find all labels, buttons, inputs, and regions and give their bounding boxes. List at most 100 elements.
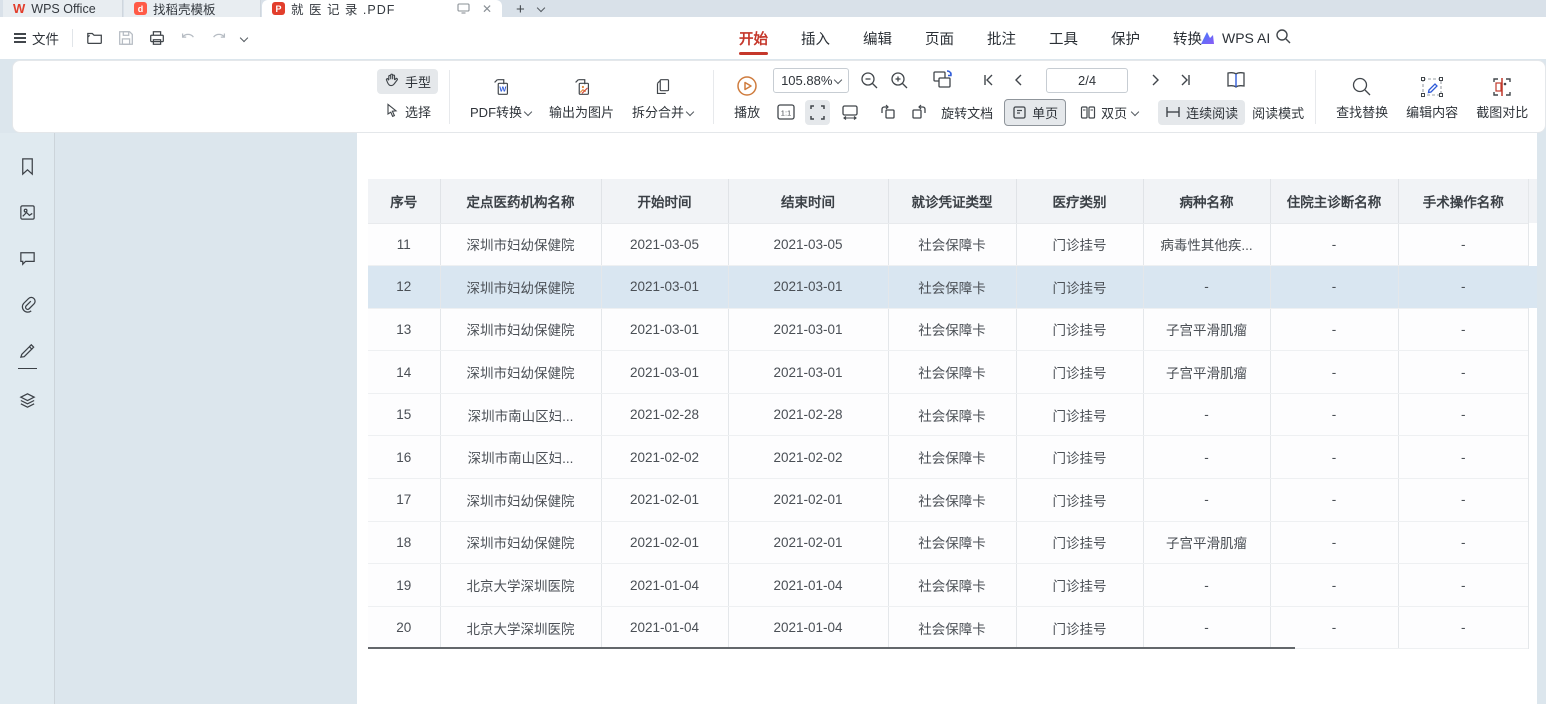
zoom-level-value: 105.88% (781, 73, 832, 88)
attachment-icon[interactable] (18, 295, 37, 319)
table-cell: 17 (368, 479, 440, 522)
clipped-column-border (1528, 179, 1529, 649)
rotate-left-icon[interactable] (875, 100, 900, 125)
table-header-cell: 住院主诊断名称 (1270, 179, 1398, 223)
ribbon-tab[interactable]: 编辑 (861, 24, 894, 53)
layers-icon[interactable] (18, 391, 37, 415)
table-cell: 子宫平滑肌瘤 (1143, 351, 1270, 394)
continuous-read-icon (1165, 105, 1181, 119)
rotate-pages-icon[interactable] (929, 70, 957, 90)
ribbon-tab[interactable]: 工具 (1047, 24, 1080, 53)
table-cell: 社会保障卡 (888, 521, 1016, 564)
compress-button[interactable]: 压缩 (1537, 72, 1546, 121)
ribbon-tab[interactable]: 页面 (923, 24, 956, 53)
table-bottom-border (368, 647, 1295, 649)
open-folder-icon[interactable] (86, 29, 104, 47)
quickbar-chevron-icon[interactable] (240, 34, 248, 42)
redo-icon[interactable] (210, 29, 228, 47)
table-row: 18 深圳市妇幼保健院 2021-02-01 2021-02-01 社会保障卡 … (368, 521, 1528, 564)
first-page-icon[interactable] (979, 70, 999, 90)
fit-page-icon[interactable] (805, 100, 830, 125)
ribbon-tab[interactable]: 批注 (985, 24, 1018, 53)
tab-list-chevron-icon[interactable] (537, 4, 545, 12)
find-replace-button[interactable]: 查找替换 (1327, 72, 1397, 121)
table-cell: 2021-01-04 (728, 564, 888, 607)
pdf-convert-button[interactable]: W PDF转换 (461, 72, 540, 121)
present-screen-icon[interactable] (457, 3, 470, 14)
actual-size-icon[interactable]: 1:1 (773, 100, 798, 125)
wps-ai-button[interactable]: WPS AI (1200, 17, 1270, 59)
next-page-icon[interactable] (1145, 70, 1165, 90)
tab-docer-templates[interactable]: d 找稻壳模板 (124, 0, 261, 17)
table-cell: 2021-01-04 (728, 606, 888, 649)
ribbon-tab[interactable]: 保护 (1109, 24, 1142, 53)
table-cell: 门诊挂号 (1016, 436, 1143, 479)
fit-width-icon[interactable] (837, 100, 862, 125)
table-cell: 2021-02-02 (728, 436, 888, 479)
page-number-input[interactable]: 2/4 (1046, 68, 1128, 93)
table-cell: 14 (368, 351, 440, 394)
double-page-button[interactable]: 双页 (1073, 100, 1145, 125)
chevron-down-icon (1131, 108, 1139, 116)
screenshot-compare-button[interactable]: 截图对比 (1467, 72, 1537, 121)
wps-ai-logo-icon (1200, 31, 1215, 45)
table-cell: - (1270, 393, 1398, 436)
table-header-cell: 手术操作名称 (1398, 179, 1528, 223)
split-merge-button[interactable]: 拆分合并 (623, 72, 702, 121)
select-tool-button[interactable]: 选择 (377, 99, 438, 124)
hand-icon (384, 72, 400, 91)
continuous-read-button[interactable]: 连续阅读 (1158, 100, 1245, 125)
ribbon-tab[interactable]: 插入 (799, 24, 832, 53)
ribbon-tab[interactable]: 开始 (737, 24, 770, 53)
read-mode-book-icon[interactable] (1223, 70, 1249, 90)
undo-icon[interactable] (179, 29, 197, 47)
last-page-icon[interactable] (1175, 70, 1195, 90)
pdf-page[interactable]: 序号定点医药机构名称开始时间结束时间就诊凭证类型医疗类别病种名称住院主诊断名称手… (357, 133, 1537, 704)
table-cell: 门诊挂号 (1016, 393, 1143, 436)
table-cell: - (1143, 436, 1270, 479)
zoom-level-select[interactable]: 105.88% (773, 68, 849, 93)
zoom-in-icon[interactable] (889, 70, 909, 90)
table-cell: 18 (368, 521, 440, 564)
new-tab-button[interactable]: + (516, 1, 525, 18)
comment-icon[interactable] (18, 249, 37, 273)
tab-wps-office[interactable]: W WPS Office (3, 0, 123, 17)
thumbnail-icon[interactable] (18, 203, 37, 227)
signature-icon[interactable] (18, 341, 37, 369)
export-as-image-button[interactable]: 输出为图片 (540, 72, 623, 121)
medical-records-table: 序号定点医药机构名称开始时间结束时间就诊凭证类型医疗类别病种名称住院主诊断名称手… (368, 179, 1528, 649)
play-button[interactable]: 播放 (725, 72, 769, 121)
edit-content-button[interactable]: 编辑内容 (1397, 72, 1467, 121)
table-cell: - (1143, 266, 1270, 309)
read-mode-label[interactable]: 阅读模式 (1252, 103, 1304, 122)
split-merge-label: 拆分合并 (632, 102, 684, 121)
cursor-icon (384, 102, 400, 121)
table-cell: 社会保障卡 (888, 351, 1016, 394)
table-cell: 2021-02-28 (601, 393, 728, 436)
save-icon[interactable] (117, 29, 135, 47)
table-cell: - (1270, 479, 1398, 522)
bookmark-icon[interactable] (18, 157, 37, 181)
hand-tool-button[interactable]: 手型 (377, 69, 438, 94)
chevron-down-icon (686, 107, 694, 115)
window-tab-bar: W WPS Office d 找稻壳模板 P 就 医 记 录 .PDF ✕ + (0, 0, 1546, 17)
ribbon-search-icon[interactable] (1275, 28, 1292, 45)
print-icon[interactable] (148, 29, 166, 47)
prev-page-icon[interactable] (1009, 70, 1029, 90)
close-icon[interactable]: ✕ (482, 2, 492, 16)
rotate-right-icon[interactable] (907, 100, 932, 125)
table-cell: 深圳市妇幼保健院 (440, 308, 601, 351)
zoom-out-icon[interactable] (859, 70, 879, 90)
rotate-document-label[interactable]: 旋转文档 (941, 103, 993, 122)
svg-text:1:1: 1:1 (780, 109, 790, 118)
navigation-panel[interactable] (56, 133, 357, 704)
table-cell: - (1398, 223, 1528, 266)
single-page-button[interactable]: 单页 (1004, 99, 1066, 126)
single-page-label: 单页 (1032, 103, 1058, 122)
chevron-down-icon (524, 107, 532, 115)
tab-document-pdf[interactable]: P 就 医 记 录 .PDF ✕ (262, 0, 502, 17)
table-cell: 深圳市妇幼保健院 (440, 521, 601, 564)
table-header-cell: 医疗类别 (1016, 179, 1143, 223)
table-cell: 门诊挂号 (1016, 606, 1143, 649)
file-menu-button[interactable]: 文件 (14, 28, 59, 48)
